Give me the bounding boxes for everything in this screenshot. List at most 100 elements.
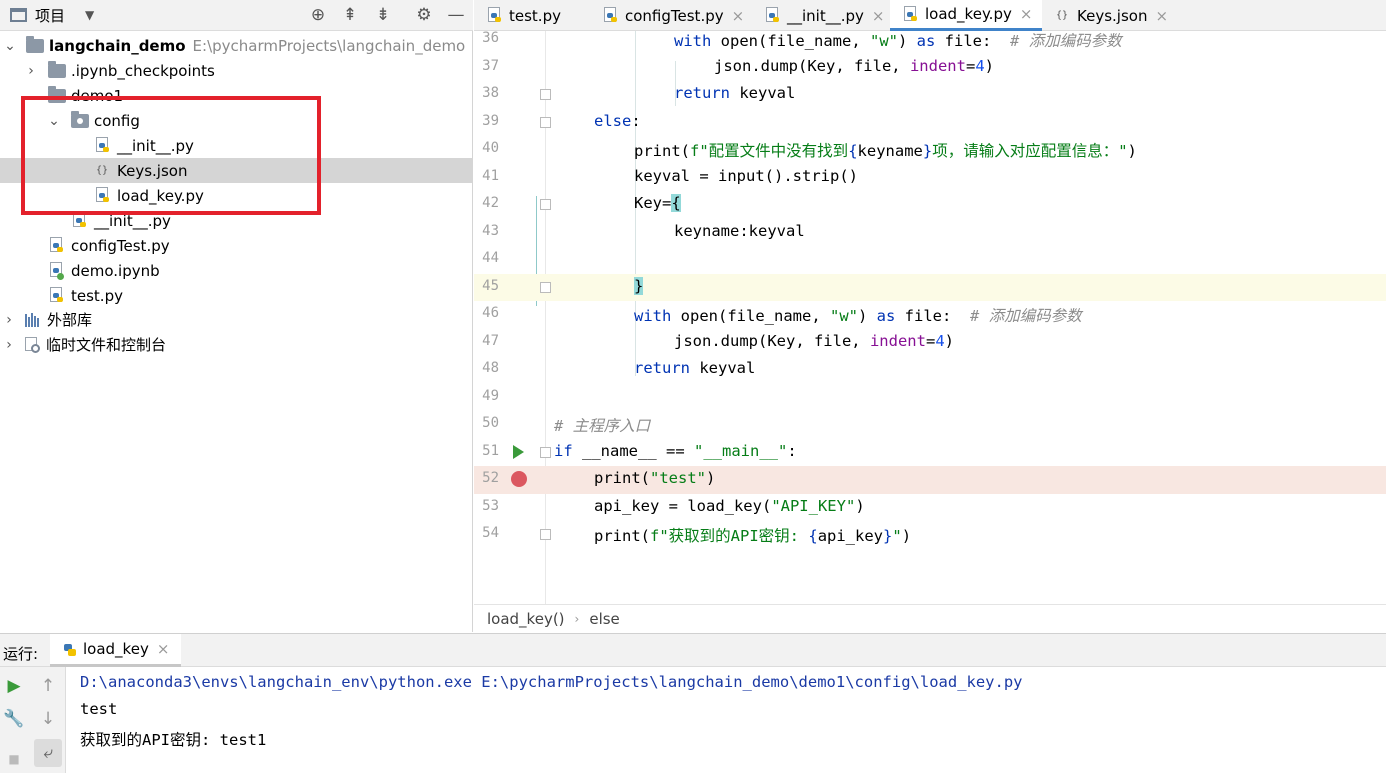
- code-text: api_key = load_key("API_KEY"): [594, 496, 865, 515]
- code-text: with open(file_name, "w") as file: # 添加编…: [674, 32, 1122, 50]
- code-text: keyname:keyval: [674, 221, 805, 240]
- project-path: E:\pycharmProjects\langchain_demo: [192, 36, 466, 55]
- code-line-36[interactable]: 36 with open(file_name, "w") as file: # …: [474, 31, 1386, 54]
- wrench-icon[interactable]: 🔧: [0, 705, 28, 733]
- arrow-up-icon[interactable]: ↑: [34, 672, 62, 700]
- tab-label: Keys.json: [1077, 6, 1148, 25]
- code-line-40[interactable]: 40 print(f"配置文件中没有找到{keyname}项，请输入对应配置信息…: [474, 136, 1386, 164]
- tree-item-external-libraries[interactable]: › 外部库: [0, 307, 473, 332]
- code-line-45[interactable]: 45 }: [474, 273, 1386, 301]
- line-number: 51: [482, 442, 499, 459]
- code-line-37[interactable]: 37 json.dump(Key, file, indent=4): [474, 54, 1386, 82]
- code-text: if __name__ == "__main__":: [554, 441, 797, 460]
- close-icon[interactable]: ×: [732, 7, 745, 25]
- collapse-all-icon[interactable]: ⇟: [371, 4, 395, 26]
- fold-marker-icon[interactable]: [540, 116, 551, 128]
- close-icon[interactable]: ×: [157, 640, 170, 658]
- code-line-52[interactable]: 52 print("test"): [474, 466, 1386, 494]
- close-icon[interactable]: ×: [872, 7, 885, 25]
- code-line-39[interactable]: 39 else:: [474, 109, 1386, 137]
- code-line-48[interactable]: 48 return keyval: [474, 356, 1386, 384]
- code-line-43[interactable]: 43 keyname:keyval: [474, 219, 1386, 247]
- stop-icon[interactable]: ■: [0, 745, 28, 773]
- code-line-49[interactable]: 49: [474, 384, 1386, 412]
- tab-test-py[interactable]: test.py: [474, 0, 561, 31]
- chevron-right-icon[interactable]: ›: [23, 63, 39, 79]
- notebook-file-icon: [50, 262, 65, 280]
- code-line-44[interactable]: 44: [474, 246, 1386, 274]
- code-line-38[interactable]: 38 return keyval: [474, 81, 1386, 109]
- tree-item-configtest-py[interactable]: configTest.py: [0, 233, 473, 258]
- folder-icon: [26, 35, 44, 53]
- code-line-53[interactable]: 53 api_key = load_key("API_KEY"): [474, 494, 1386, 522]
- code-text: }: [634, 276, 644, 295]
- breakpoint-icon[interactable]: [511, 471, 527, 487]
- python-file-icon: [50, 287, 65, 304]
- tab-label: load_key.py: [925, 5, 1012, 23]
- code-editor[interactable]: 36 with open(file_name, "w") as file: # …: [474, 31, 1386, 604]
- line-number: 43: [482, 222, 499, 239]
- hide-panel-icon[interactable]: —: [444, 4, 468, 26]
- code-line-42[interactable]: 42 Key={: [474, 191, 1386, 219]
- code-line-46[interactable]: 46 with open(file_name, "w") as file: # …: [474, 301, 1386, 329]
- code-line-50[interactable]: 50 # 主程序入口: [474, 411, 1386, 439]
- rerun-icon[interactable]: ▶: [0, 672, 28, 700]
- code-line-54[interactable]: 54 print(f"获取到的API密钥: {api_key}"): [474, 521, 1386, 549]
- project-header-label: 项目: [35, 6, 66, 25]
- tree-item-label: langchain_demo: [49, 36, 186, 55]
- code-text: print(f"获取到的API密钥: {api_key}"): [594, 527, 912, 545]
- arrow-down-icon[interactable]: ↓: [34, 705, 62, 733]
- line-number: 40: [482, 140, 499, 156]
- chevron-down-icon[interactable]: ▼: [85, 8, 94, 22]
- line-number: 42: [482, 195, 499, 211]
- fold-marker-icon[interactable]: [540, 199, 551, 210]
- expand-all-icon[interactable]: ⇞: [338, 4, 362, 26]
- line-number: 38: [482, 85, 499, 101]
- run-toolbar: ▶ ↑ 🔧 ↓ ■ ⤶: [0, 667, 66, 773]
- run-tab-load-key[interactable]: load_key ×: [50, 634, 182, 667]
- fold-marker-icon[interactable]: [540, 281, 551, 293]
- python-file-icon: [604, 7, 619, 24]
- line-number: 48: [482, 360, 499, 376]
- chevron-right-icon[interactable]: ›: [1, 312, 17, 328]
- run-tab-label: load_key: [83, 640, 149, 658]
- tab-load-key-py[interactable]: load_key.py ×: [890, 0, 1042, 31]
- chevron-right-icon[interactable]: ›: [1, 337, 17, 353]
- breadcrumb-item-function[interactable]: load_key(): [487, 610, 565, 628]
- tree-item-langchain-demo[interactable]: ⌄ langchain_demo E:\pycharmProjects\lang…: [0, 33, 473, 58]
- code-line-41[interactable]: 41 keyval = input().strip(): [474, 164, 1386, 192]
- console-line: D:\anaconda3\envs\langchain_env\python.e…: [80, 673, 1023, 691]
- run-gutter-icon[interactable]: [513, 444, 524, 459]
- python-file-icon: [766, 7, 781, 24]
- console-output[interactable]: D:\anaconda3\envs\langchain_env\python.e…: [66, 667, 1386, 773]
- fold-marker-icon[interactable]: [540, 89, 551, 100]
- code-text: # 主程序入口: [554, 417, 651, 435]
- soft-wrap-icon[interactable]: ⤶: [34, 739, 62, 767]
- tree-item-label: demo.ipynb: [71, 261, 160, 280]
- close-icon[interactable]: ×: [1020, 5, 1033, 23]
- code-line-51[interactable]: 51 if __name__ == "__main__":: [474, 439, 1386, 467]
- python-file-icon: [488, 7, 503, 24]
- locate-file-icon[interactable]: ⊕: [306, 4, 330, 26]
- tree-item-test-py[interactable]: test.py: [0, 283, 473, 308]
- project-view-selector[interactable]: 项目 ▼: [10, 5, 94, 25]
- chevron-down-icon[interactable]: ⌄: [2, 38, 18, 54]
- line-number: 44: [482, 250, 499, 266]
- tab-configtest-py[interactable]: configTest.py ×: [590, 0, 744, 31]
- fold-marker-icon[interactable]: [540, 529, 551, 540]
- gear-icon[interactable]: ⚙: [412, 4, 436, 26]
- code-text: keyval = input().strip(): [634, 166, 858, 185]
- close-icon[interactable]: ×: [1155, 7, 1168, 25]
- code-line-47[interactable]: 47 json.dump(Key, file, indent=4): [474, 329, 1386, 357]
- fold-marker-icon[interactable]: [540, 446, 551, 458]
- tree-item-ipynb-checkpoints[interactable]: › .ipynb_checkpoints: [0, 58, 473, 83]
- tab-init-py[interactable]: __init__.py ×: [752, 0, 884, 31]
- tree-item-scratches[interactable]: › 临时文件和控制台: [0, 332, 473, 357]
- tab-keys-json[interactable]: {} Keys.json ×: [1042, 0, 1168, 31]
- line-number: 53: [482, 497, 499, 514]
- tree-item-label: test.py: [71, 286, 123, 305]
- tree-item-demo-ipynb[interactable]: demo.ipynb: [0, 258, 473, 283]
- folder-icon: [48, 60, 66, 78]
- line-number: 37: [482, 57, 499, 74]
- breadcrumb-item-else[interactable]: else: [589, 610, 619, 628]
